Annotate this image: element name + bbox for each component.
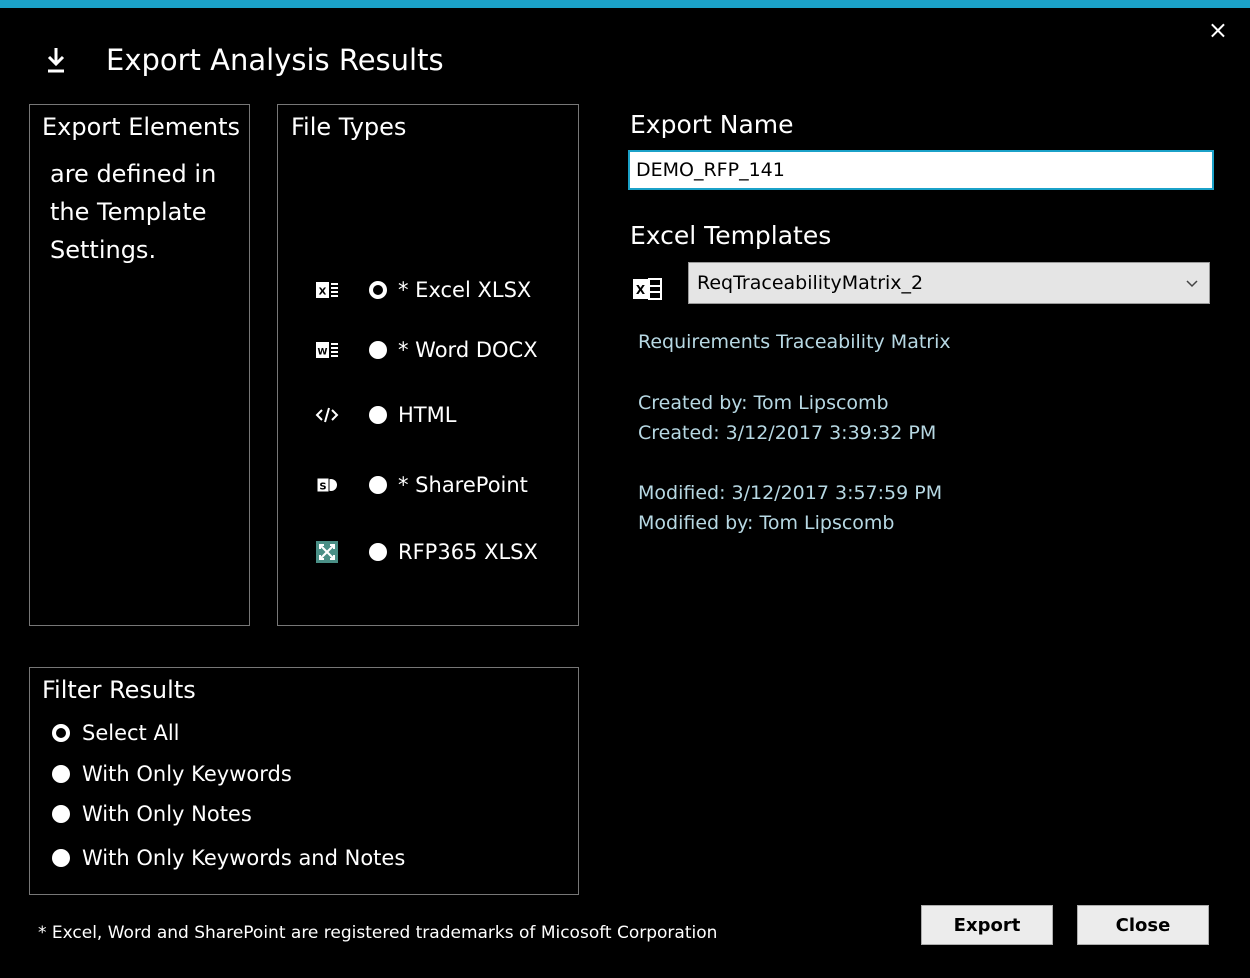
file-type-excel[interactable]: X * Excel XLSX <box>278 270 578 310</box>
file-type-word-radio[interactable] <box>369 341 387 359</box>
file-type-excel-radio[interactable] <box>369 281 387 299</box>
download-icon <box>44 43 68 77</box>
svg-text:X: X <box>636 283 646 297</box>
file-type-sharepoint-radio[interactable] <box>369 476 387 494</box>
filter-only-keywords-label: With Only Keywords <box>82 762 292 786</box>
filter-select-all-radio[interactable] <box>52 724 70 742</box>
file-type-word-label: * Word DOCX <box>398 338 538 362</box>
template-modified-by: Modified by: Tom Lipscomb <box>638 512 895 534</box>
close-button[interactable]: Close <box>1077 905 1209 945</box>
filter-keywords-and-notes-label: With Only Keywords and Notes <box>82 846 406 870</box>
excel-template-dropdown[interactable]: ReqTraceabilityMatrix_2 <box>688 262 1210 304</box>
template-description: Requirements Traceability Matrix <box>638 331 951 353</box>
trademark-footnote: * Excel, Word and SharePoint are registe… <box>38 923 718 943</box>
window-header: Export Analysis Results <box>44 38 444 82</box>
export-button[interactable]: Export <box>921 905 1053 945</box>
file-type-rfp365[interactable]: RFP365 XLSX <box>278 532 578 572</box>
excel-icon: X <box>632 276 662 302</box>
export-name-label: Export Name <box>630 110 794 139</box>
file-type-html-radio[interactable] <box>369 406 387 424</box>
file-type-word[interactable]: W * Word DOCX <box>278 330 578 370</box>
export-name-input[interactable] <box>628 150 1214 190</box>
excel-template-selected: ReqTraceabilityMatrix_2 <box>697 272 924 294</box>
word-icon: W <box>314 338 340 362</box>
accent-bar <box>0 0 1250 8</box>
file-type-html-label: HTML <box>398 403 457 427</box>
filter-only-notes[interactable]: With Only Notes <box>52 799 252 829</box>
file-types-panel: File Types X * Excel XLSX W * Word DOCX … <box>277 104 579 626</box>
file-type-rfp365-radio[interactable] <box>369 543 387 561</box>
filter-only-keywords[interactable]: With Only Keywords <box>52 759 292 789</box>
filter-results-panel: Filter Results Select All With Only Keyw… <box>29 667 579 895</box>
filter-keywords-and-notes[interactable]: With Only Keywords and Notes <box>52 843 405 873</box>
svg-text:S: S <box>319 482 326 493</box>
window-title: Export Analysis Results <box>106 43 444 77</box>
svg-text:X: X <box>319 287 327 298</box>
file-type-sharepoint-label: * SharePoint <box>398 473 528 497</box>
export-elements-title: Export Elements <box>42 113 241 141</box>
filter-only-notes-radio[interactable] <box>52 805 70 823</box>
excel-icon: X <box>314 278 340 302</box>
filter-keywords-and-notes-radio[interactable] <box>52 849 70 867</box>
svg-text:W: W <box>318 348 328 358</box>
code-icon <box>314 403 340 427</box>
filter-select-all-label: Select All <box>82 721 180 745</box>
excel-templates-label: Excel Templates <box>630 221 832 250</box>
file-type-sharepoint[interactable]: S * SharePoint <box>278 465 578 505</box>
template-modified: Modified: 3/12/2017 3:57:59 PM <box>638 482 943 504</box>
filter-only-keywords-radio[interactable] <box>52 765 70 783</box>
chevron-down-icon <box>1185 276 1199 295</box>
export-elements-description: are defined in the Template Settings. <box>50 160 217 264</box>
file-type-excel-label: * Excel XLSX <box>398 278 532 302</box>
filter-only-notes-label: With Only Notes <box>82 802 252 826</box>
filter-results-title: Filter Results <box>42 676 196 704</box>
sharepoint-icon: S <box>314 473 340 497</box>
close-icon[interactable]: × <box>1208 18 1228 42</box>
file-types-title: File Types <box>291 113 407 141</box>
template-created-by: Created by: Tom Lipscomb <box>638 392 889 414</box>
file-type-rfp365-label: RFP365 XLSX <box>398 540 538 564</box>
filter-select-all[interactable]: Select All <box>52 718 180 748</box>
file-type-html[interactable]: HTML <box>278 395 578 435</box>
template-created: Created: 3/12/2017 3:39:32 PM <box>638 422 937 444</box>
export-elements-panel: Export Elements are defined in the Templ… <box>29 104 250 626</box>
rfp365-icon <box>314 540 340 564</box>
